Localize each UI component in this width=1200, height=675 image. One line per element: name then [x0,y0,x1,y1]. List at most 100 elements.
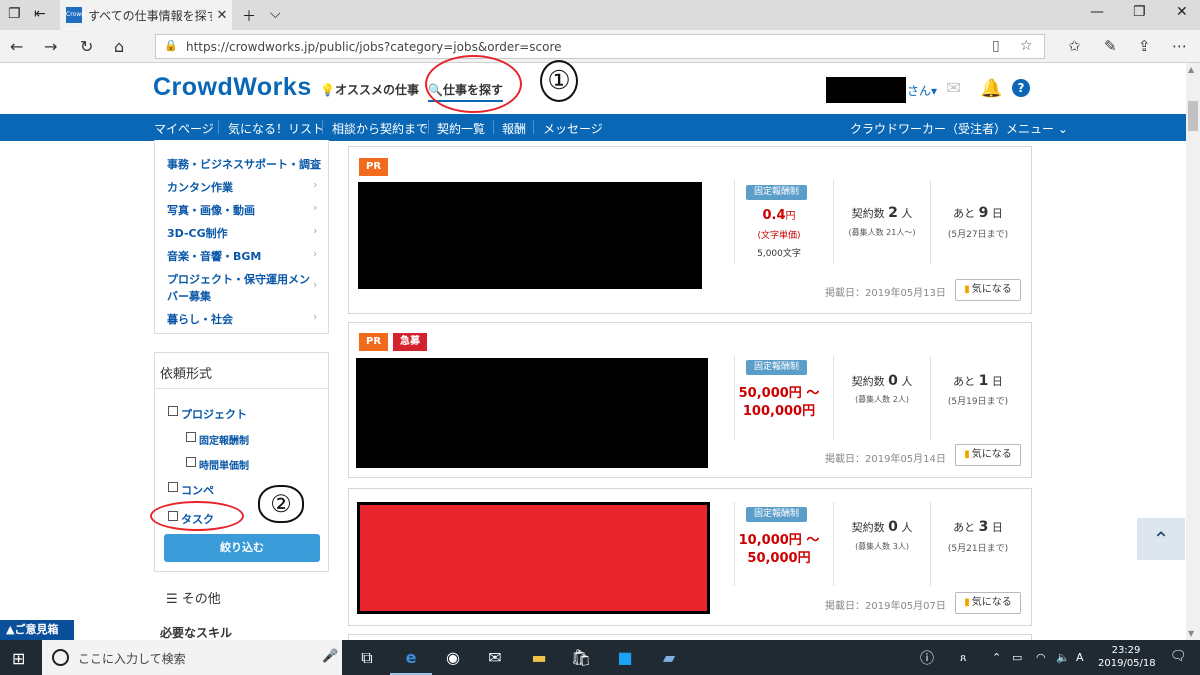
required-skills-heading: 必要なスキル [160,626,233,640]
nav-separator [218,120,219,134]
wifi-icon[interactable]: ◠ [1036,651,1046,664]
category-item[interactable]: プロジェクト・保守運用メン [167,271,310,287]
page-scrollbar[interactable]: ▲ ▼ [1186,63,1200,640]
nav-mypage[interactable]: マイページ [154,120,214,137]
pay-type-badge: 固定報酬制 [746,185,808,200]
checkbox-fixed[interactable] [186,432,196,442]
share-icon[interactable]: ⇪ [1138,37,1151,55]
nav-consult-to-contract[interactable]: 相談から契約まで [332,120,428,137]
job-price-max: 100,000円 [742,404,816,419]
taskbar-clock[interactable]: 23:29 2019/05/18 [1098,644,1156,670]
checkbox-project[interactable] [168,406,178,416]
character-count: 5,000文字 [757,249,801,259]
favorite-star-icon[interactable]: ☆ [1020,38,1033,54]
tab-dropdown-icon[interactable]: ⌵ [270,6,281,22]
nav-separator [533,120,534,134]
category-item[interactable]: カンタン作業 [167,179,233,195]
checkbox-hourly[interactable] [186,457,196,467]
category-item-continued[interactable]: バー募集 [167,288,211,304]
forward-icon[interactable]: → [44,37,57,56]
favorite-button[interactable]: ▮ 気になる [955,592,1021,614]
chevron-up-icon[interactable]: ⌃ [992,651,1001,664]
feedback-button[interactable]: ▲ご意見箱 [0,620,74,640]
tab-aside-icon[interactable]: ⇤ [34,6,46,22]
checkbox-compe-label[interactable]: コンペ [181,482,214,498]
contract-count: 契約数 2 人 [851,205,913,221]
crowdworks-logo[interactable]: CrowdWorks [153,73,312,102]
mail-icon[interactable]: ✉ [946,78,961,99]
lock-icon: 🔒 [164,39,178,52]
task-view-icon[interactable]: ⧉ [346,640,388,675]
favorite-button[interactable]: ▮ 気になる [955,444,1021,466]
minimize-icon[interactable]: — [1090,4,1104,20]
job-price-min: 50,000円 ～ [738,386,820,401]
nav-recommended-jobs[interactable]: 💡オススメの仕事 [320,81,419,98]
close-tab-icon[interactable]: ✕ [212,8,232,23]
pr-badge: PR [359,158,389,176]
twitter-icon[interactable]: ■ [604,640,646,675]
category-item[interactable]: 暮らし・社会 [167,311,233,327]
pen-icon[interactable]: ✎ [1104,37,1117,55]
notepad-app-icon[interactable]: ▰ [648,640,690,675]
scrollbar-thumb[interactable] [1188,101,1198,131]
redacted-job-title [356,358,708,468]
list-icon: ☰ [166,592,178,607]
days-remaining: あと 1 日 [953,373,1003,389]
notification-icon[interactable]: 🗨 [1170,649,1187,664]
mail-app-icon[interactable]: ✉ [474,640,516,675]
people-icon[interactable]: ጸ [960,651,966,665]
help-tray-icon[interactable]: ⓘ [920,648,934,668]
filter-button[interactable]: 絞り込む [164,534,320,562]
more-icon[interactable]: ⋯ [1172,37,1187,55]
category-item[interactable]: 3D-CG制作 [167,225,228,241]
nav-messages[interactable]: メッセージ [543,120,603,137]
category-item[interactable]: 事務・ビジネスサポート・調査 [167,156,321,172]
volume-icon[interactable]: 🔈 [1056,651,1070,664]
nav-favorites-list[interactable]: 気になる！リスト [228,120,324,137]
tab-list-icon[interactable]: ❐ [8,6,21,22]
scroll-up-icon[interactable]: ▲ [1188,65,1194,74]
microphone-icon[interactable]: 🎤 [322,649,338,664]
edge-icon[interactable]: e [390,640,432,675]
job-price: 0.4円 [762,208,796,223]
checkbox-project-label[interactable]: プロジェクト [181,406,247,422]
url-input[interactable]: 🔒 https://crowdworks.jp/public/jobs?cate… [155,34,1045,59]
back-icon[interactable]: ← [10,37,23,56]
category-item[interactable]: 写真・画像・動画 [167,202,255,218]
checkbox-fixed-label[interactable]: 固定報酬制 [199,432,249,447]
redacted-job-title [358,182,702,289]
chevron-right-icon: › [313,224,318,237]
ime-icon[interactable]: A [1076,651,1084,664]
annotation-oval-task [150,501,244,531]
store-icon[interactable]: 🛍 [560,640,602,675]
taskbar: ⊞ ここに入力して検索 🎤 ⧉ e ◉ ✉ ▬ 🛍 ■ ▰ ⓘ ጸ ⌃ ▭ ◠ … [0,640,1200,675]
scroll-to-top-button[interactable]: ⌃ [1137,518,1185,560]
annotation-number-1: ① [540,60,578,102]
chevron-right-icon: › [313,247,318,260]
other-section[interactable]: ☰ その他 [166,588,221,607]
scroll-down-icon[interactable]: ▼ [1188,629,1194,638]
refresh-icon[interactable]: ↻ [80,37,93,56]
worker-menu[interactable]: クラウドワーカー（受注者）メニュー ⌄ [850,120,1068,137]
bell-icon[interactable]: 🔔 [980,78,1002,99]
new-tab-icon[interactable]: ＋ [242,6,256,26]
windows-start-icon[interactable]: ⊞ [12,649,25,668]
reading-view-icon[interactable]: ▯ [992,38,1000,54]
maximize-icon[interactable]: ❐ [1133,4,1146,20]
nav-contracts[interactable]: 契約一覧 [437,120,485,137]
checkbox-compe[interactable] [168,482,178,492]
help-icon[interactable]: ? [1012,79,1030,97]
file-explorer-icon[interactable]: ▬ [518,640,560,675]
chrome-icon[interactable]: ◉ [432,640,474,675]
user-menu[interactable]: さん▾ [907,82,937,99]
favorite-button[interactable]: ▮ 気になる [955,279,1021,301]
window-close-icon[interactable]: ✕ [1176,4,1188,20]
home-icon[interactable]: ⌂ [114,37,124,56]
category-item[interactable]: 音楽・音響・BGM [167,248,261,264]
checkbox-hourly-label[interactable]: 時間単価制 [199,457,249,472]
favorites-icon[interactable]: ✩ [1068,37,1081,55]
browser-tab[interactable]: Crowd Works すべての仕事情報を探す(1 ✕ [60,0,232,34]
nav-reward[interactable]: 報酬 [502,120,526,137]
taskbar-search[interactable]: ここに入力して検索 🎤 [42,640,342,675]
battery-icon[interactable]: ▭ [1012,651,1022,664]
